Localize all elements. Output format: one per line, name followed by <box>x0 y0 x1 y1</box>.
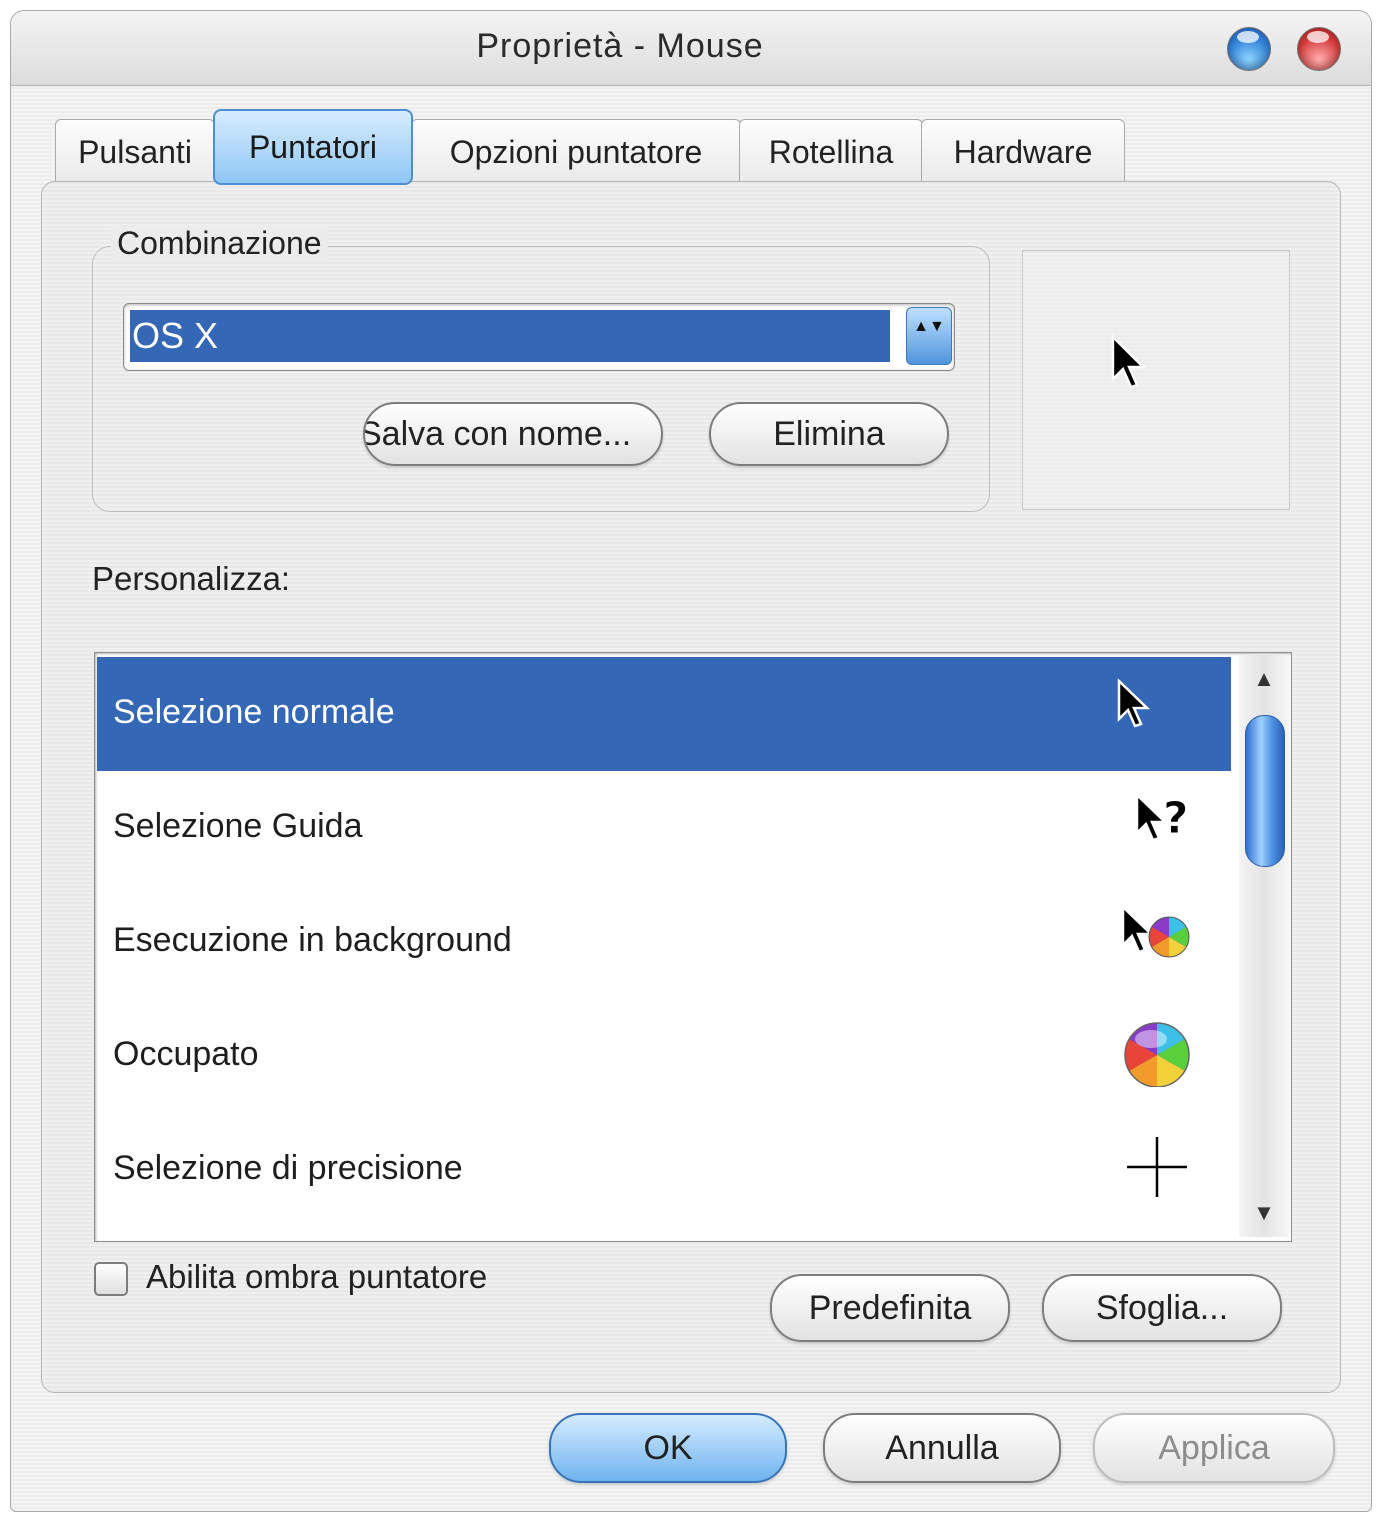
list-item[interactable]: Occupato <box>97 999 1231 1113</box>
tab-opzioni-puntatore[interactable]: Opzioni puntatore <box>411 119 741 185</box>
arrow-cursor-icon <box>1111 335 1146 389</box>
vertical-scrollbar[interactable]: ▲ ▼ <box>1239 655 1289 1237</box>
delete-button[interactable]: Elimina <box>709 402 949 466</box>
list-item-label: Occupato <box>113 1035 259 1073</box>
tab-panel: Combinazione OS X ▲▼ Salva con nome... E… <box>41 181 1341 1393</box>
scheme-legend: Combinazione <box>111 225 328 262</box>
cursor-preview <box>1022 250 1290 510</box>
arrow-cursor-icon <box>1117 679 1151 728</box>
cursor-list[interactable]: Selezione normale Selezione Guida ? Esec… <box>94 652 1292 1242</box>
list-item[interactable]: Selezione Guida ? <box>97 771 1231 885</box>
shadow-checkbox-label: Abilita ombra puntatore <box>146 1258 488 1295</box>
mouse-properties-window: Proprietà - Mouse Pulsanti Puntatori Opz… <box>10 10 1372 1512</box>
svg-text:?: ? <box>1163 793 1189 844</box>
cancel-button[interactable]: Annulla <box>823 1413 1061 1483</box>
working-in-background-cursor-icon <box>1121 907 1190 958</box>
shadow-checkbox[interactable] <box>94 1262 128 1296</box>
close-button[interactable] <box>1297 27 1341 71</box>
tab-pulsanti[interactable]: Pulsanti <box>55 119 215 185</box>
scheme-select[interactable]: OS X ▲▼ <box>123 303 955 371</box>
scheme-select-value: OS X <box>130 310 890 362</box>
scrollbar-thumb[interactable] <box>1245 715 1285 867</box>
window-title: Proprietà - Mouse <box>476 27 764 65</box>
scheme-group: Combinazione OS X ▲▼ Salva con nome... E… <box>92 225 990 512</box>
list-item-label: Esecuzione in background <box>113 921 512 959</box>
tab-hardware[interactable]: Hardware <box>921 119 1125 185</box>
list-item-label: Selezione Guida <box>113 807 363 845</box>
help-cursor-icon: ? <box>1135 793 1189 845</box>
tab-rotellina[interactable]: Rotellina <box>739 119 923 185</box>
list-item-label: Selezione normale <box>113 693 395 731</box>
customize-label: Personalizza: <box>92 560 291 597</box>
minimize-button[interactable] <box>1227 27 1271 71</box>
default-button[interactable]: Predefinita <box>770 1274 1010 1342</box>
list-item[interactable]: Selezione di precisione <box>97 1113 1231 1227</box>
tab-puntatori[interactable]: Puntatori <box>213 109 413 185</box>
list-item-label: Selezione di precisione <box>113 1149 463 1187</box>
ok-button[interactable]: OK <box>549 1413 787 1483</box>
updown-arrows-icon[interactable]: ▲▼ <box>906 307 952 365</box>
list-item[interactable]: Selezione normale <box>97 657 1231 771</box>
apply-button[interactable]: Applica <box>1093 1413 1335 1483</box>
browse-button[interactable]: Sfoglia... <box>1042 1274 1282 1342</box>
crosshair-cursor-icon <box>1127 1137 1187 1197</box>
busy-spinner-cursor-icon <box>1124 1022 1190 1087</box>
save-as-button[interactable]: Salva con nome... <box>363 402 663 466</box>
scroll-down-icon[interactable]: ▼ <box>1239 1193 1289 1233</box>
title-bar[interactable]: Proprietà - Mouse <box>11 11 1371 86</box>
list-item[interactable]: Esecuzione in background <box>97 885 1231 999</box>
scroll-up-icon[interactable]: ▲ <box>1239 659 1289 699</box>
